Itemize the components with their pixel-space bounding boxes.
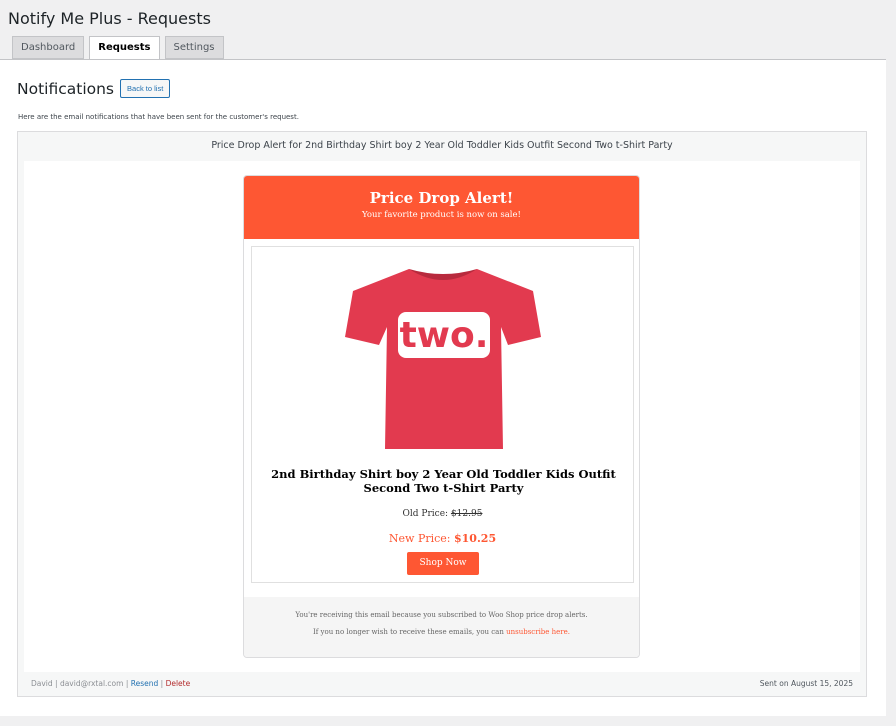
email-preview: Price Drop Alert! Your favorite product … [243, 175, 640, 658]
new-price-label: New Price: [388, 532, 451, 545]
new-price: New Price: $10.25 [252, 532, 633, 545]
product-image: two. [345, 269, 541, 449]
old-price: Old Price: $12.95 [252, 509, 633, 519]
email-header-title: Price Drop Alert! [369, 189, 514, 207]
email-header: Price Drop Alert! Your favorite product … [244, 176, 639, 239]
intro-text: Here are the email notifications that ha… [18, 113, 299, 121]
heading-row: Notifications Back to list [17, 79, 171, 98]
sent-date: Sent on August 15, 2025 [759, 679, 853, 688]
footer-line-2-text: If you no longer wish to receive these e… [312, 628, 504, 636]
tab-settings[interactable]: Settings [164, 36, 224, 59]
shirt-body [345, 269, 541, 449]
old-price-value: $12.95 [450, 509, 483, 519]
tab-requests[interactable]: Requests [89, 36, 160, 60]
page-title: Notifications [17, 79, 115, 98]
notification-card: Price Drop Alert for 2nd Birthday Shirt … [17, 131, 867, 697]
shop-now-button[interactable]: Shop Now [407, 552, 479, 575]
email-header-subtitle: Your favorite product is now on sale! [362, 210, 521, 220]
shirt-print-text: two. [400, 315, 489, 356]
customer-email: david@rxtal.com [59, 679, 124, 688]
unsubscribe-link[interactable]: unsubscribe here. [506, 628, 570, 636]
notification-title: Price Drop Alert for 2nd Birthday Shirt … [211, 140, 673, 151]
resend-link[interactable]: Resend [131, 679, 159, 688]
delete-link[interactable]: Delete [166, 679, 191, 688]
footer-line-1: You're receiving this email because you … [295, 611, 588, 619]
customer-name: David [31, 679, 53, 688]
back-to-list-button[interactable]: Back to list [120, 79, 171, 98]
product-name: 2nd Birthday Shirt boy 2 Year Old Toddle… [271, 467, 616, 495]
tab-bar: Dashboard Requests Settings [12, 36, 224, 60]
main-panel: Notifications Back to list Here are the … [0, 59, 886, 716]
old-price-label: Old Price: [402, 509, 449, 519]
new-price-value: $10.25 [454, 532, 497, 545]
email-footer: You're receiving this email because you … [244, 597, 639, 657]
app-title: Notify Me Plus - Requests [8, 9, 211, 28]
email-preview-frame: Price Drop Alert! Your favorite product … [24, 161, 860, 672]
product-card: two. 2nd Birthday Shirt boy 2 Year Old T… [251, 246, 634, 583]
notification-meta: David | david@rxtal.com | Resend | Delet… [31, 679, 191, 688]
tab-dashboard[interactable]: Dashboard [12, 36, 85, 59]
footer-line-2: If you no longer wish to receive these e… [244, 628, 639, 636]
